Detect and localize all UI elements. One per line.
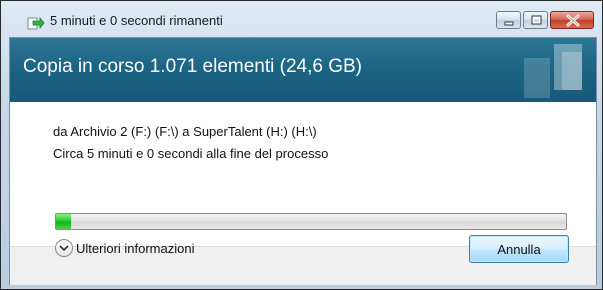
progress-fill xyxy=(56,214,72,229)
title-bar[interactable]: 5 minuti e 0 secondi rimanenti xyxy=(7,7,596,35)
chevron-down-icon xyxy=(55,239,73,257)
copy-dialog-window: 5 minuti e 0 secondi rimanenti Copia in … xyxy=(0,0,603,290)
more-info-toggle[interactable]: Ulteriori informazioni xyxy=(55,239,194,257)
time-remaining-text: Circa 5 minuti e 0 secondi alla fine del… xyxy=(53,146,329,161)
minimize-icon xyxy=(504,21,514,26)
window-title: 5 minuti e 0 secondi rimanenti xyxy=(50,13,223,28)
copy-progress-bar xyxy=(55,213,567,230)
close-icon xyxy=(566,14,580,27)
maximize-icon xyxy=(531,15,542,25)
cancel-button[interactable]: Annulla xyxy=(469,235,569,263)
copy-progress-icon xyxy=(27,15,45,31)
copy-route-text: da Archivio 2 (F:) (F:\) a SuperTalent (… xyxy=(53,124,317,139)
header-banner: Copia in corso 1.071 elementi (24,6 GB) xyxy=(10,38,596,102)
more-info-label: Ulteriori informazioni xyxy=(76,240,195,256)
minimize-button[interactable] xyxy=(496,11,521,29)
maximize-button[interactable] xyxy=(523,11,548,29)
close-button[interactable] xyxy=(550,11,594,29)
header-title: Copia in corso 1.071 elementi (24,6 GB) xyxy=(23,56,363,77)
caption-buttons xyxy=(494,11,594,30)
decorative-glass-icon xyxy=(524,44,582,98)
